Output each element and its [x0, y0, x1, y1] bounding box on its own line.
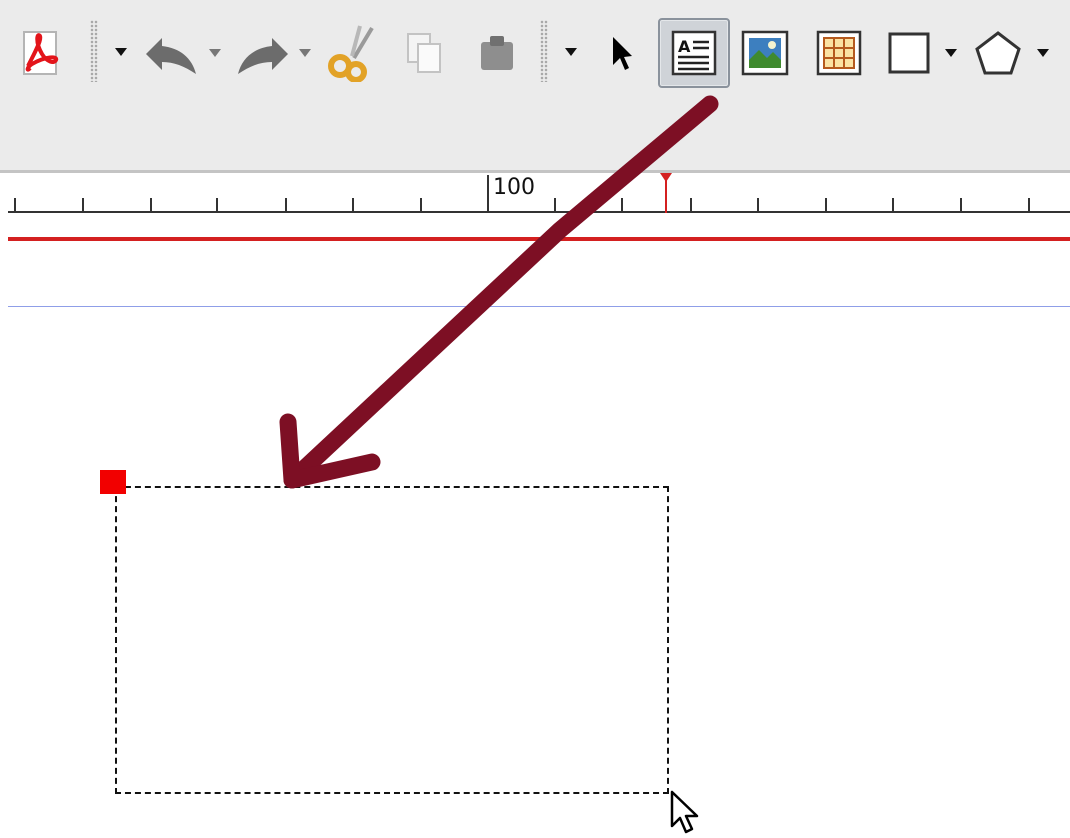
copy-icon [407, 33, 441, 73]
text-frame-outline[interactable] [115, 486, 669, 794]
select-item-button[interactable] [600, 30, 644, 78]
redo-dropdown[interactable] [294, 42, 316, 64]
ruler-baseline [8, 211, 1070, 213]
horizontal-ruler[interactable]: 100 [0, 173, 1070, 215]
insert-image-frame-button[interactable] [738, 26, 792, 80]
shape-dropdown[interactable] [938, 42, 964, 64]
toolbar-grip[interactable] [90, 20, 98, 82]
ruler-tick [352, 198, 354, 211]
text-frame-icon: A [671, 30, 717, 76]
mouse-cursor-icon [670, 790, 699, 834]
margin-guide [8, 237, 1070, 241]
toolbar-menu-arrow[interactable] [110, 40, 132, 64]
ruler-tick [82, 198, 84, 211]
pdf-icon [23, 31, 59, 75]
polygon-dropdown[interactable] [1030, 42, 1056, 64]
ruler-tick [420, 198, 422, 211]
ruler-tick [14, 198, 16, 211]
redo-icon [238, 38, 288, 74]
svg-text:A: A [678, 37, 691, 56]
ruler-tick [892, 198, 894, 211]
ruler-tick [825, 198, 827, 211]
undo-dropdown[interactable] [204, 42, 226, 64]
ruler-label: 100 [493, 175, 535, 200]
cut-button[interactable] [326, 22, 382, 82]
ruler-tick [1028, 198, 1030, 211]
ruler-tick [621, 198, 623, 211]
pointer-icon [613, 37, 632, 70]
ruler-tick [150, 198, 152, 211]
chevron-down-icon [209, 49, 221, 57]
insert-shape-button[interactable] [884, 26, 934, 80]
rectangle-icon [888, 32, 930, 74]
undo-button[interactable] [140, 28, 204, 80]
paste-button[interactable] [470, 28, 524, 80]
chevron-down-icon [1037, 49, 1049, 57]
chevron-down-icon [299, 49, 311, 57]
ruler-major-tick [487, 175, 489, 211]
chevron-down-icon [945, 49, 957, 57]
insert-polygon-button[interactable] [970, 26, 1026, 80]
redo-button[interactable] [230, 28, 294, 80]
chevron-down-icon [115, 48, 127, 56]
ruler-tick [285, 198, 287, 211]
ruler-tick [757, 198, 759, 211]
undo-icon [146, 38, 196, 74]
ruler-position-marker[interactable] [659, 173, 673, 213]
frame-anchor-handle[interactable] [100, 470, 126, 494]
insert-table-button[interactable] [812, 26, 866, 80]
ruler-tick [554, 198, 556, 211]
toolbar-grip[interactable] [540, 20, 548, 82]
toolbar: A [0, 0, 1070, 173]
ruler-tick [216, 198, 218, 211]
chevron-down-icon [565, 48, 577, 56]
ruler-tick [960, 198, 962, 211]
table-icon [816, 30, 862, 76]
copy-button[interactable] [398, 28, 450, 80]
image-frame-icon [741, 30, 789, 76]
scissors-icon [328, 25, 374, 82]
export-pdf-button[interactable] [16, 28, 66, 78]
insert-text-frame-button[interactable]: A [658, 18, 730, 88]
paste-icon [481, 36, 513, 70]
baseline-guide [8, 306, 1070, 307]
ruler-tick [690, 198, 692, 211]
polygon-icon [975, 31, 1021, 75]
toolbar-menu-arrow[interactable] [560, 40, 582, 64]
